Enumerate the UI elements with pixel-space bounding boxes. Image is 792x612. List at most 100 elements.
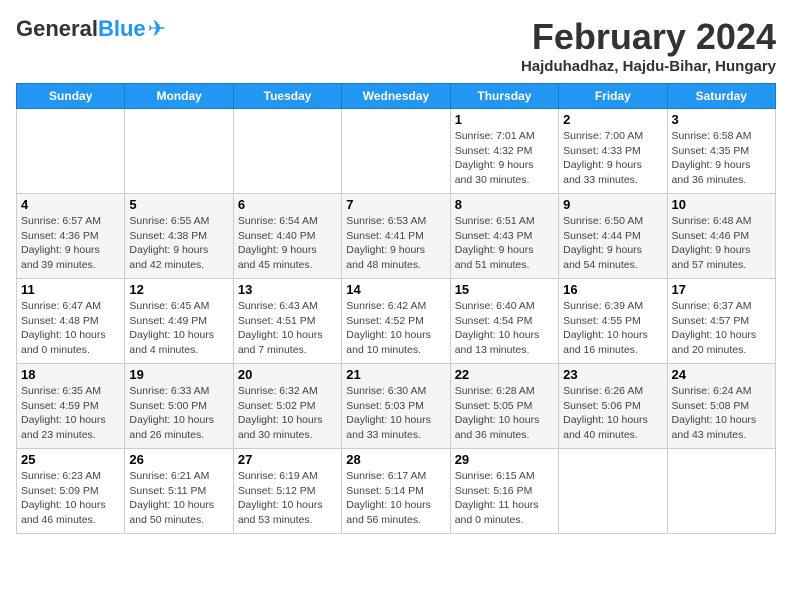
day-info: Sunrise: 7:01 AMSunset: 4:32 PMDaylight:…: [455, 129, 554, 188]
day-number: 4: [21, 197, 120, 212]
day-number: 1: [455, 112, 554, 127]
calendar-cell: 5 Sunrise: 6:55 AMSunset: 4:38 PMDaylight…: [125, 194, 233, 279]
day-info: Sunrise: 6:51 AMSunset: 4:43 PMDaylight:…: [455, 214, 554, 273]
day-number: 21: [346, 367, 445, 382]
day-info: Sunrise: 6:32 AMSunset: 5:02 PMDaylight:…: [238, 384, 337, 443]
day-number: 11: [21, 282, 120, 297]
day-number: 22: [455, 367, 554, 382]
day-info: Sunrise: 6:21 AMSunset: 5:11 PMDaylight:…: [129, 469, 228, 528]
day-info: Sunrise: 6:40 AMSunset: 4:54 PMDaylight:…: [455, 299, 554, 358]
calendar-cell: [342, 109, 450, 194]
day-number: 5: [129, 197, 228, 212]
day-info: Sunrise: 6:24 AMSunset: 5:08 PMDaylight:…: [672, 384, 771, 443]
day-info: Sunrise: 6:17 AMSunset: 5:14 PMDaylight:…: [346, 469, 445, 528]
day-info: Sunrise: 6:55 AMSunset: 4:38 PMDaylight:…: [129, 214, 228, 273]
day-number: 20: [238, 367, 337, 382]
day-info: Sunrise: 6:37 AMSunset: 4:57 PMDaylight:…: [672, 299, 771, 358]
weekday-header-row: SundayMondayTuesdayWednesdayThursdayFrid…: [17, 84, 776, 109]
calendar-cell: [667, 449, 775, 534]
day-number: 2: [563, 112, 662, 127]
day-number: 27: [238, 452, 337, 467]
day-info: Sunrise: 6:43 AMSunset: 4:51 PMDaylight:…: [238, 299, 337, 358]
calendar-cell: 25 Sunrise: 6:23 AMSunset: 5:09 PMDayligh…: [17, 449, 125, 534]
calendar-cell: 3 Sunrise: 6:58 AMSunset: 4:35 PMDaylight…: [667, 109, 775, 194]
day-info: Sunrise: 6:54 AMSunset: 4:40 PMDaylight:…: [238, 214, 337, 273]
day-number: 17: [672, 282, 771, 297]
day-info: Sunrise: 6:33 AMSunset: 5:00 PMDaylight:…: [129, 384, 228, 443]
day-number: 18: [21, 367, 120, 382]
calendar-week-row: 1 Sunrise: 7:01 AMSunset: 4:32 PMDaylight…: [17, 109, 776, 194]
calendar-week-row: 25 Sunrise: 6:23 AMSunset: 5:09 PMDayligh…: [17, 449, 776, 534]
calendar-cell: 23 Sunrise: 6:26 AMSunset: 5:06 PMDayligh…: [559, 364, 667, 449]
weekday-header-wednesday: Wednesday: [342, 84, 450, 109]
day-info: Sunrise: 6:23 AMSunset: 5:09 PMDaylight:…: [21, 469, 120, 528]
weekday-header-thursday: Thursday: [450, 84, 558, 109]
day-number: 23: [563, 367, 662, 382]
weekday-header-friday: Friday: [559, 84, 667, 109]
day-info: Sunrise: 6:39 AMSunset: 4:55 PMDaylight:…: [563, 299, 662, 358]
day-number: 3: [672, 112, 771, 127]
calendar-cell: 17 Sunrise: 6:37 AMSunset: 4:57 PMDayligh…: [667, 279, 775, 364]
calendar-cell: 10 Sunrise: 6:48 AMSunset: 4:46 PMDayligh…: [667, 194, 775, 279]
calendar-cell: 18 Sunrise: 6:35 AMSunset: 4:59 PMDayligh…: [17, 364, 125, 449]
day-number: 25: [21, 452, 120, 467]
calendar-cell: 21 Sunrise: 6:30 AMSunset: 5:03 PMDayligh…: [342, 364, 450, 449]
day-number: 19: [129, 367, 228, 382]
day-number: 16: [563, 282, 662, 297]
calendar-cell: [233, 109, 341, 194]
calendar-cell: 19 Sunrise: 6:33 AMSunset: 5:00 PMDayligh…: [125, 364, 233, 449]
weekday-header-sunday: Sunday: [17, 84, 125, 109]
calendar-cell: 26 Sunrise: 6:21 AMSunset: 5:11 PMDayligh…: [125, 449, 233, 534]
day-number: 29: [455, 452, 554, 467]
calendar-cell: 7 Sunrise: 6:53 AMSunset: 4:41 PMDaylight…: [342, 194, 450, 279]
calendar-cell: 6Sunrise: 6:54 AMSunset: 4:40 PMDaylight…: [233, 194, 341, 279]
day-info: Sunrise: 6:58 AMSunset: 4:35 PMDaylight:…: [672, 129, 771, 188]
calendar-cell: 15 Sunrise: 6:40 AMSunset: 4:54 PMDayligh…: [450, 279, 558, 364]
day-info: Sunrise: 6:50 AMSunset: 4:44 PMDaylight:…: [563, 214, 662, 273]
calendar-cell: 28 Sunrise: 6:17 AMSunset: 5:14 PMDayligh…: [342, 449, 450, 534]
calendar-cell: 4 Sunrise: 6:57 AMSunset: 4:36 PMDaylight…: [17, 194, 125, 279]
day-info: Sunrise: 6:30 AMSunset: 5:03 PMDaylight:…: [346, 384, 445, 443]
logo-bird-icon: ✈: [148, 16, 166, 42]
calendar-cell: 29 Sunrise: 6:15 AMSunset: 5:16 PMDayligh…: [450, 449, 558, 534]
day-info: Sunrise: 6:47 AMSunset: 4:48 PMDaylight:…: [21, 299, 120, 358]
day-info: Sunrise: 6:57 AMSunset: 4:36 PMDaylight:…: [21, 214, 120, 273]
logo: GeneralBlue ✈: [16, 16, 166, 42]
day-info: Sunrise: 6:48 AMSunset: 4:46 PMDaylight:…: [672, 214, 771, 273]
location-subtitle: Hajduhadhaz, Hajdu-Bihar, Hungary: [521, 58, 776, 75]
logo-blue: Blue: [98, 16, 146, 41]
day-info: Sunrise: 7:00 AMSunset: 4:33 PMDaylight:…: [563, 129, 662, 188]
calendar-cell: 12Sunrise: 6:45 AMSunset: 4:49 PMDayligh…: [125, 279, 233, 364]
calendar-cell: 9Sunrise: 6:50 AMSunset: 4:44 PMDaylight…: [559, 194, 667, 279]
calendar-cell: 1 Sunrise: 7:01 AMSunset: 4:32 PMDaylight…: [450, 109, 558, 194]
day-number: 7: [346, 197, 445, 212]
day-info: Sunrise: 6:26 AMSunset: 5:06 PMDaylight:…: [563, 384, 662, 443]
calendar-week-row: 11 Sunrise: 6:47 AMSunset: 4:48 PMDayligh…: [17, 279, 776, 364]
day-info: Sunrise: 6:35 AMSunset: 4:59 PMDaylight:…: [21, 384, 120, 443]
day-number: 26: [129, 452, 228, 467]
weekday-header-tuesday: Tuesday: [233, 84, 341, 109]
calendar-week-row: 4 Sunrise: 6:57 AMSunset: 4:36 PMDaylight…: [17, 194, 776, 279]
calendar-week-row: 18 Sunrise: 6:35 AMSunset: 4:59 PMDayligh…: [17, 364, 776, 449]
day-number: 14: [346, 282, 445, 297]
day-info: Sunrise: 6:53 AMSunset: 4:41 PMDaylight:…: [346, 214, 445, 273]
calendar-cell: 16 Sunrise: 6:39 AMSunset: 4:55 PMDayligh…: [559, 279, 667, 364]
day-number: 15: [455, 282, 554, 297]
day-info: Sunrise: 6:42 AMSunset: 4:52 PMDaylight:…: [346, 299, 445, 358]
day-info: Sunrise: 6:19 AMSunset: 5:12 PMDaylight:…: [238, 469, 337, 528]
calendar-cell: 11 Sunrise: 6:47 AMSunset: 4:48 PMDayligh…: [17, 279, 125, 364]
day-info: Sunrise: 6:15 AMSunset: 5:16 PMDaylight:…: [455, 469, 554, 528]
day-number: 10: [672, 197, 771, 212]
calendar-cell: 27 Sunrise: 6:19 AMSunset: 5:12 PMDayligh…: [233, 449, 341, 534]
calendar-cell: 24 Sunrise: 6:24 AMSunset: 5:08 PMDayligh…: [667, 364, 775, 449]
calendar-cell: 14 Sunrise: 6:42 AMSunset: 4:52 PMDayligh…: [342, 279, 450, 364]
logo-general: General: [16, 16, 98, 41]
calendar-cell: [559, 449, 667, 534]
calendar-table: SundayMondayTuesdayWednesdayThursdayFrid…: [16, 83, 776, 534]
weekday-header-monday: Monday: [125, 84, 233, 109]
day-number: 28: [346, 452, 445, 467]
page-header: GeneralBlue ✈ February 2024 Hajduhadhaz,…: [16, 16, 776, 75]
day-number: 24: [672, 367, 771, 382]
day-info: Sunrise: 6:28 AMSunset: 5:05 PMDaylight:…: [455, 384, 554, 443]
calendar-cell: 20 Sunrise: 6:32 AMSunset: 5:02 PMDayligh…: [233, 364, 341, 449]
